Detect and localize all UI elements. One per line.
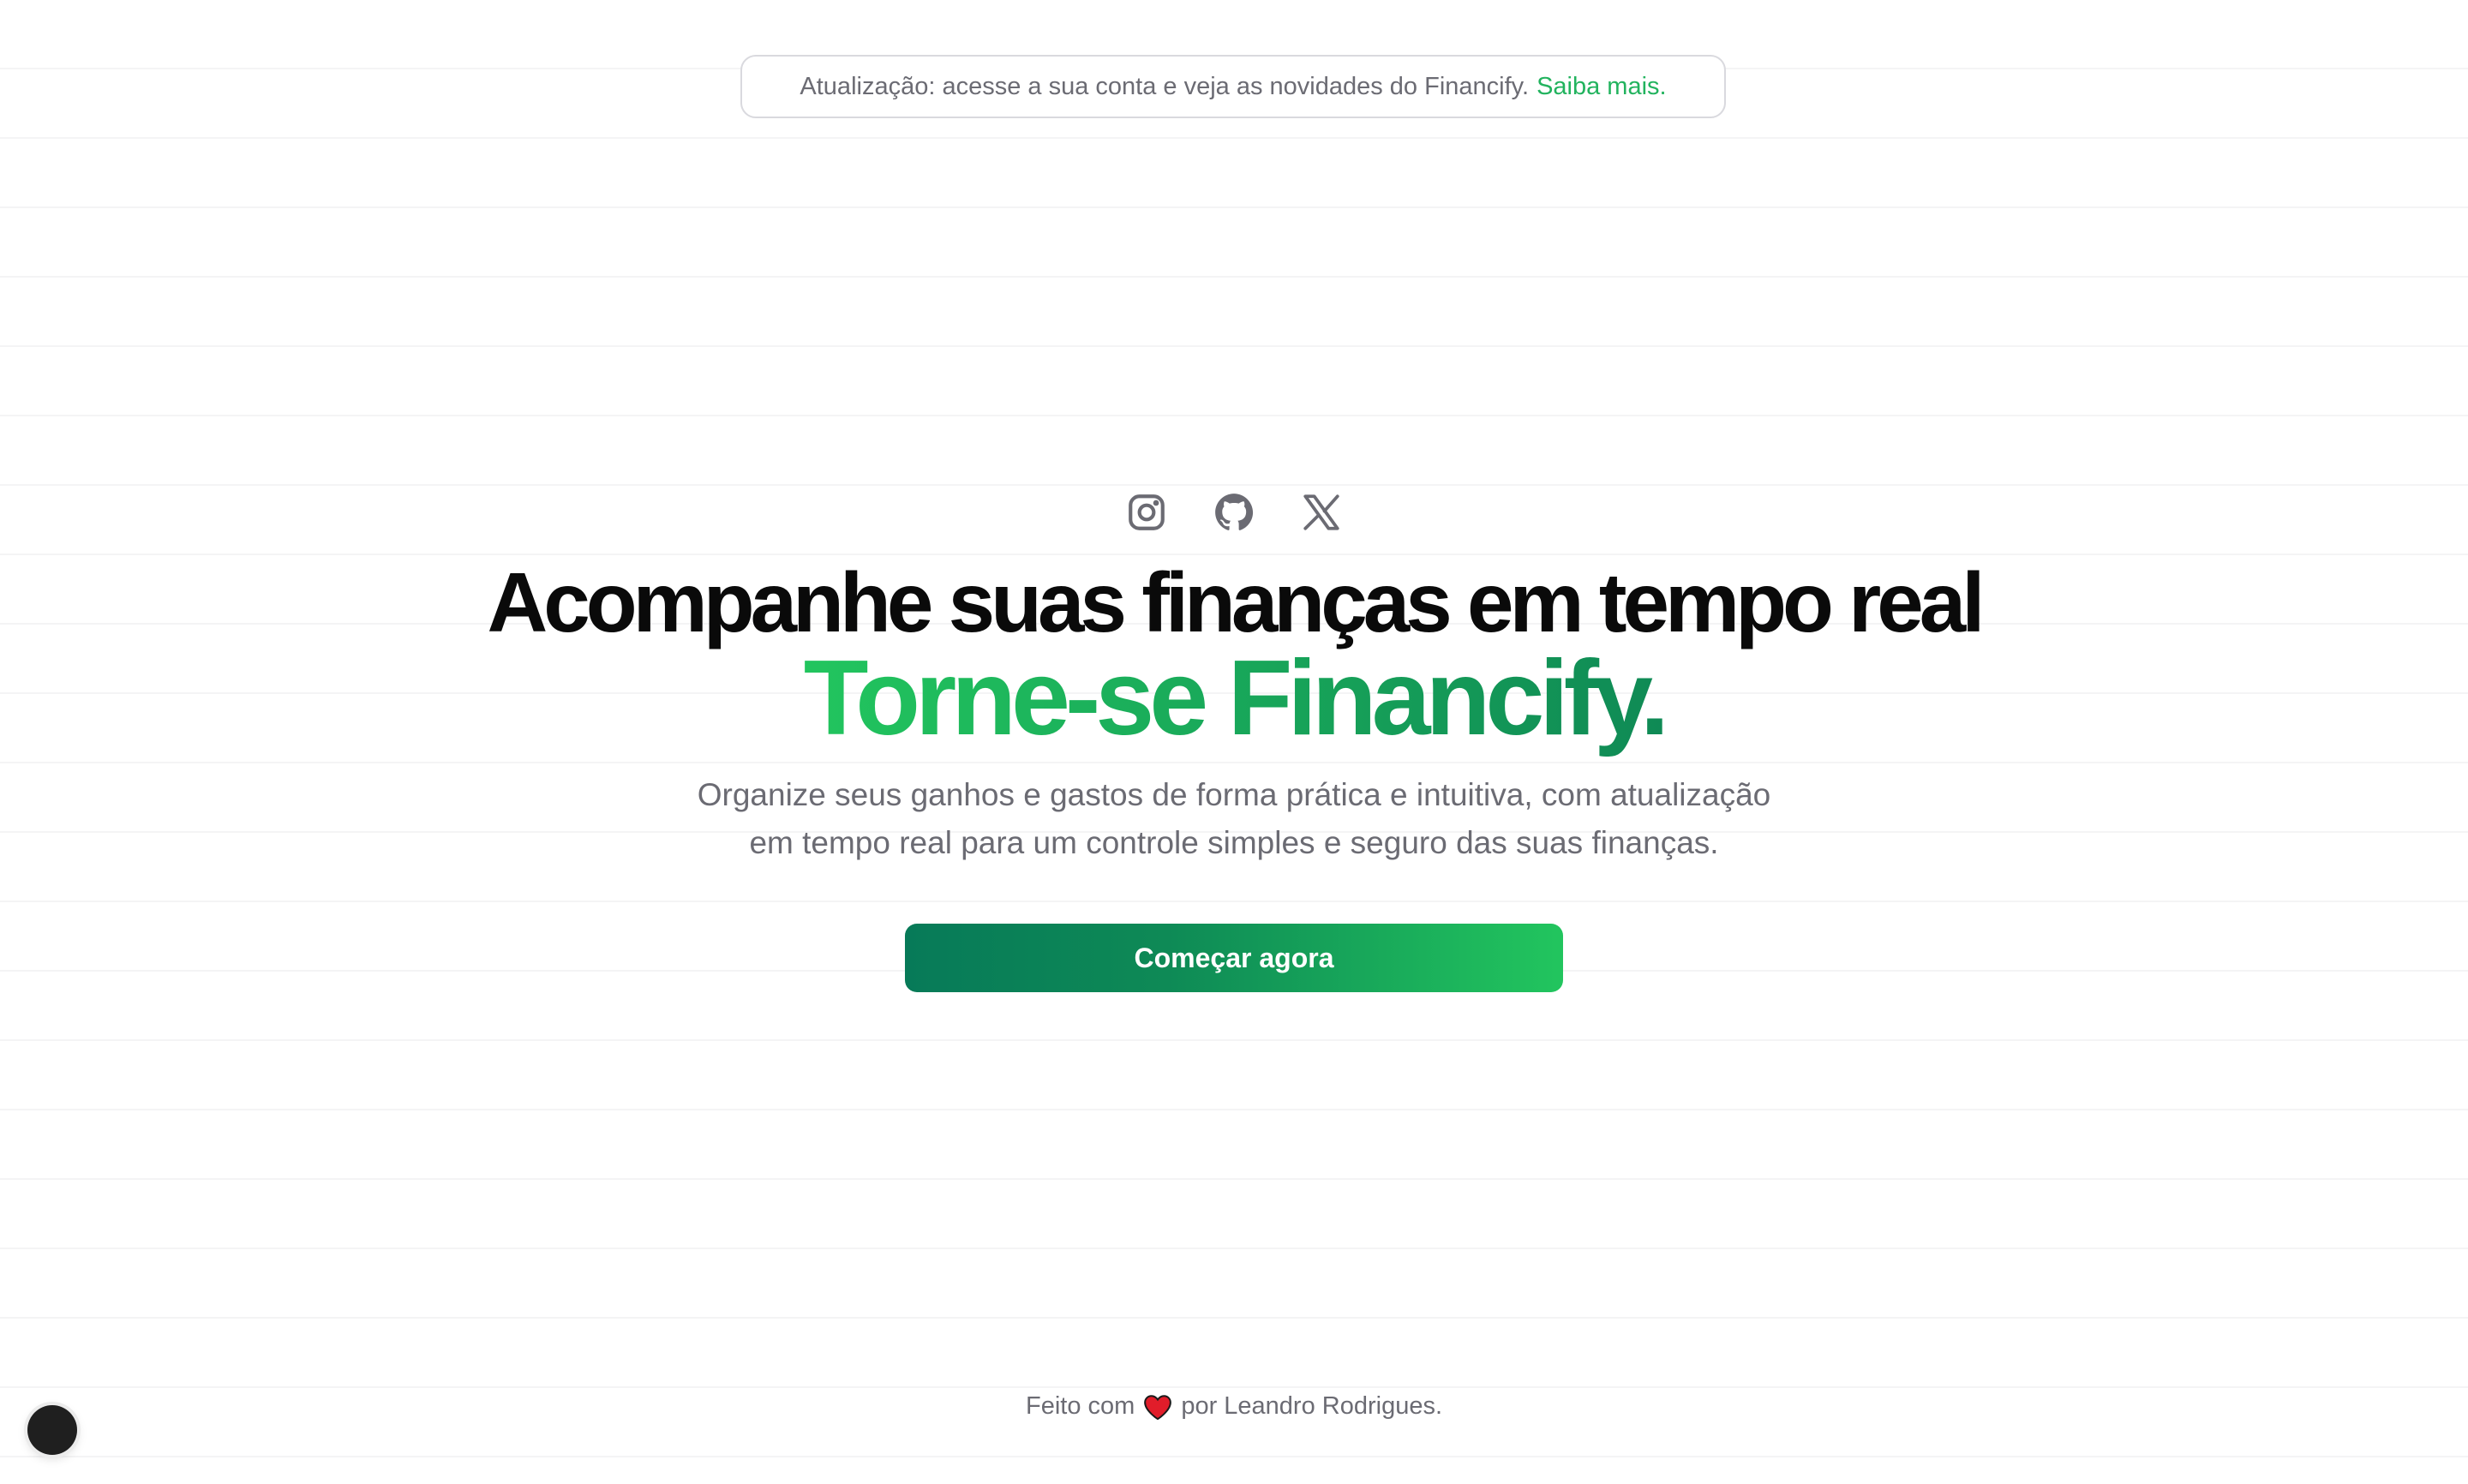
heart-icon bbox=[1143, 1394, 1172, 1420]
hero-subtitle-line-2: em tempo real para um controle simples e… bbox=[749, 825, 1719, 860]
announcement-text: Atualização: acesse a sua conta e veja a… bbox=[800, 72, 1530, 100]
hero-title-accent-text: Torne-se Financify. bbox=[803, 639, 1669, 757]
hero-title-accent: Torne-se Financify. bbox=[0, 641, 2468, 757]
learn-more-link[interactable]: Saiba mais. bbox=[1537, 73, 1667, 101]
github-icon[interactable] bbox=[1210, 488, 1258, 536]
hero-subtitle-line-1: Organize seus ganhos e gastos de forma p… bbox=[697, 777, 1771, 812]
landing-page: Atualização: acesse a sua conta e veja a… bbox=[0, 0, 2468, 1484]
get-started-button[interactable]: Começar agora bbox=[905, 924, 1563, 992]
x-icon[interactable] bbox=[1297, 488, 1345, 536]
announcement-banner: Atualização: acesse a sua conta e veja a… bbox=[740, 55, 1726, 118]
hero-subtitle: Organize seus ganhos e gastos de forma p… bbox=[0, 771, 2468, 867]
social-links bbox=[1123, 488, 1345, 536]
footer-credit: Feito com por Leandro Rodrigues. bbox=[0, 1392, 2468, 1421]
floating-action-button[interactable] bbox=[27, 1405, 77, 1455]
footer-suffix: por Leandro Rodrigues. bbox=[1181, 1392, 1443, 1420]
instagram-icon[interactable] bbox=[1123, 488, 1171, 536]
footer-prefix: Feito com bbox=[1025, 1392, 1135, 1420]
hero-title: Acompanhe suas finanças em tempo real bbox=[487, 555, 1986, 649]
